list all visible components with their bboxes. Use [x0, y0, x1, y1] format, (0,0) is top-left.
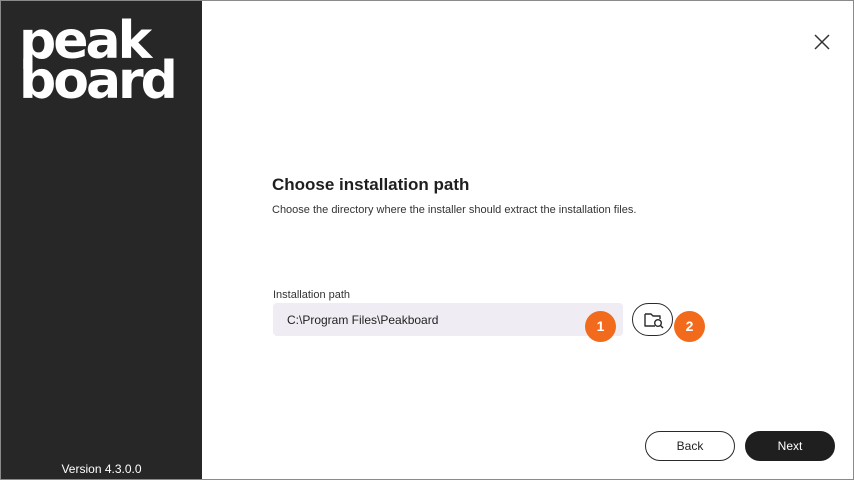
logo-line-board: board: [19, 51, 178, 111]
next-button[interactable]: Next: [745, 431, 835, 461]
step-badge-2: 2: [674, 311, 705, 342]
step-badge-1: 1: [585, 311, 616, 342]
installer-window: peak board Version 4.3.0.0 Choose instal…: [0, 0, 854, 480]
close-button[interactable]: [809, 29, 835, 55]
close-icon: [814, 34, 830, 50]
installation-path-label: Installation path: [273, 289, 351, 301]
back-button[interactable]: Back: [645, 431, 735, 461]
peakboard-logo: peak board: [19, 15, 185, 111]
sidebar: peak board Version 4.3.0.0: [1, 1, 202, 479]
version-label: Version 4.3.0.0: [61, 462, 142, 476]
page-title: Choose installation path: [272, 175, 470, 194]
installation-path-input[interactable]: [273, 303, 623, 336]
folder-search-icon: [644, 313, 664, 329]
page-description: Choose the directory where the installer…: [272, 204, 637, 216]
browse-folder-button[interactable]: [632, 303, 673, 336]
